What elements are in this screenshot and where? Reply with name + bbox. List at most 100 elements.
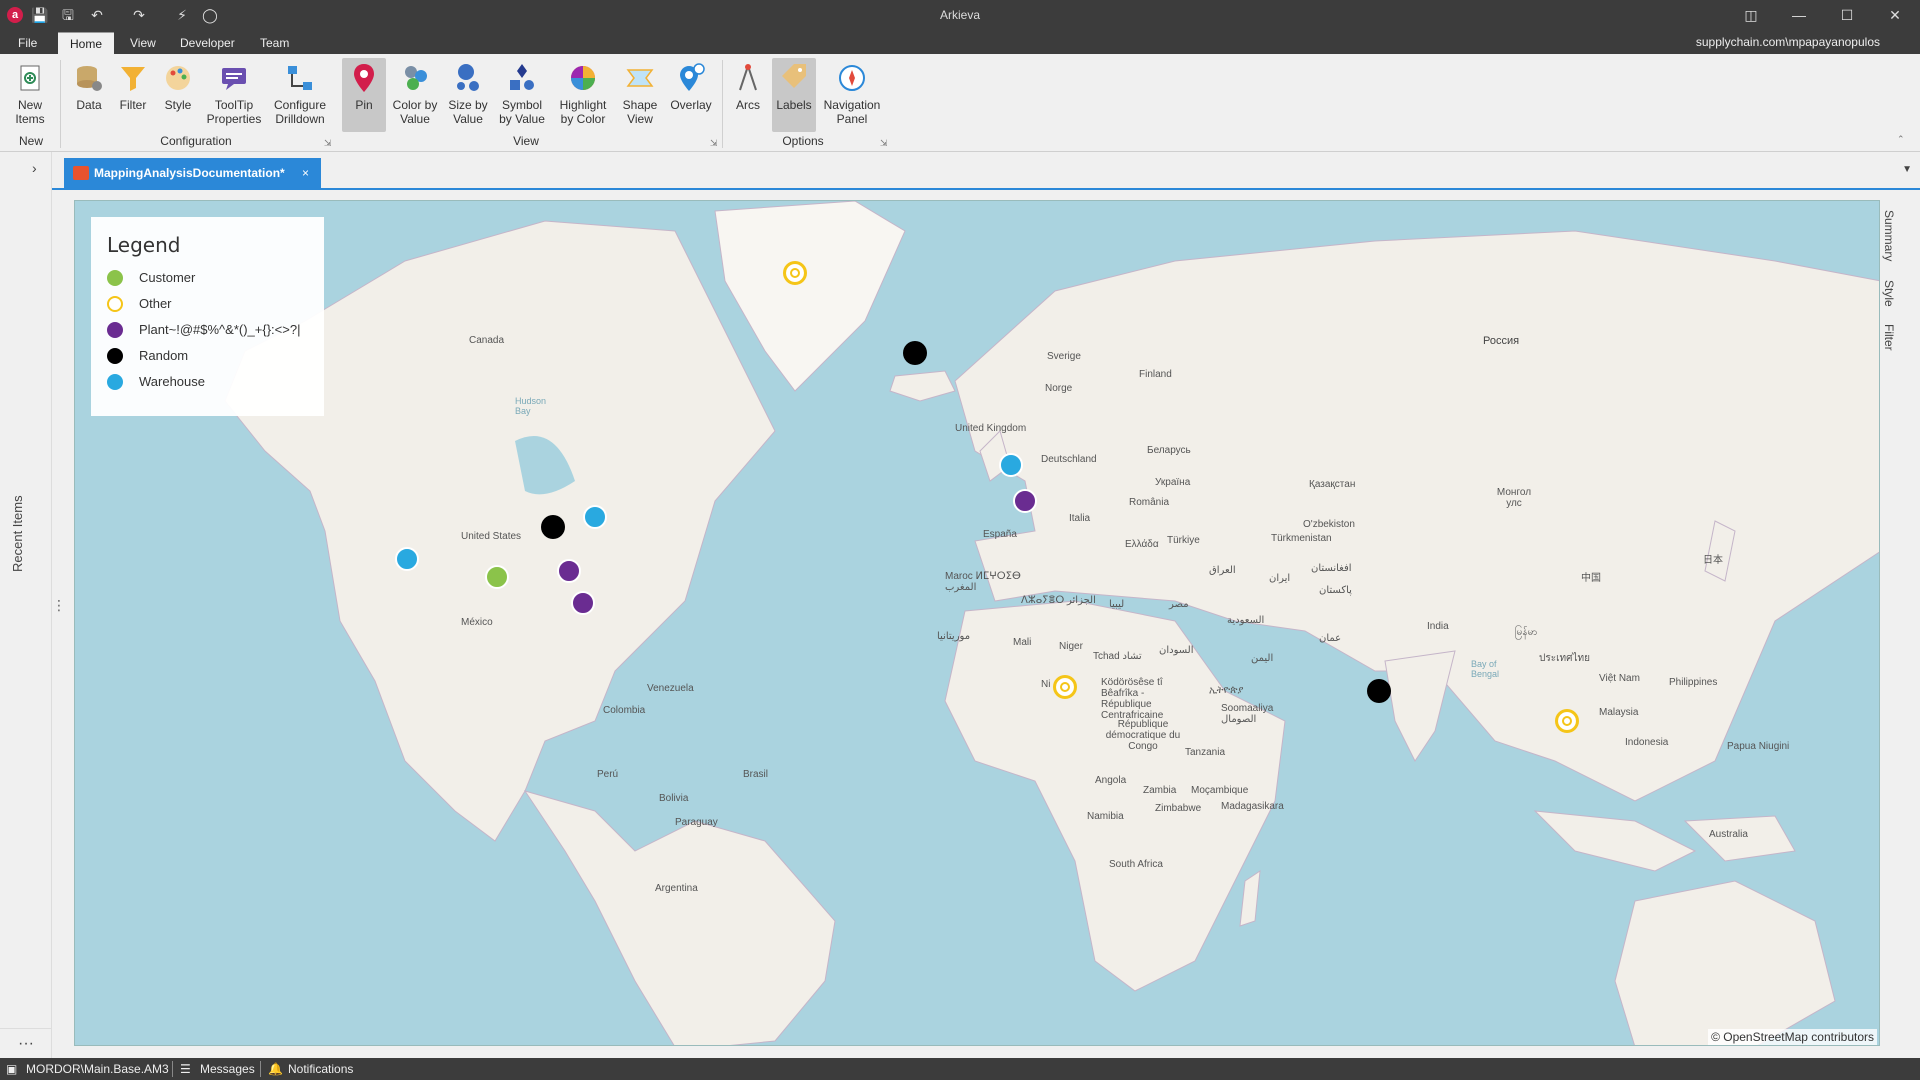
recent-items-tab[interactable]: Recent Items xyxy=(10,495,25,572)
map-label-paraguay: Paraguay xyxy=(675,817,718,828)
legend-item-customer: Customer xyxy=(107,269,308,295)
map-label-madagascar: Madagasikara xyxy=(1221,801,1284,812)
restore-layout-icon[interactable]: ◫ xyxy=(1728,0,1774,30)
marker-plant[interactable] xyxy=(557,559,581,583)
tab-style[interactable]: Style xyxy=(1882,280,1896,307)
group-label-view: View xyxy=(513,134,539,148)
account-name[interactable]: supplychain.com\mpapayanopulos xyxy=(1696,35,1880,49)
minimize-button[interactable]: — xyxy=(1776,0,1822,30)
marker-random[interactable] xyxy=(1367,679,1391,703)
marker-other[interactable] xyxy=(783,261,807,285)
messages-button[interactable]: Messages xyxy=(200,1058,255,1080)
map-label-ethiopia: ኢትዮጵያ xyxy=(1209,685,1244,696)
map-label-tanzania: Tanzania xyxy=(1185,747,1226,758)
options-launcher-icon[interactable]: ⇲ xyxy=(880,138,890,148)
marker-warehouse[interactable] xyxy=(395,547,419,571)
legend-title: Legend xyxy=(107,233,181,257)
map-label-iran: ایران xyxy=(1269,573,1291,584)
marker-other[interactable] xyxy=(1555,709,1579,733)
tooltip-icon xyxy=(222,68,246,90)
more-button[interactable]: ··· xyxy=(0,1028,52,1058)
messages-icon: ☰ xyxy=(180,1062,191,1076)
world-map[interactable] xyxy=(75,201,1880,1046)
marker-random[interactable] xyxy=(541,515,565,539)
marker-other[interactable] xyxy=(1053,675,1077,699)
map-label-uzbekistan: O'zbekiston xyxy=(1303,519,1355,530)
labels-button[interactable]: Labels xyxy=(772,58,816,132)
map-view[interactable]: Canada Hudson Bay United States México V… xyxy=(74,200,1880,1046)
marker-plant[interactable] xyxy=(1013,489,1037,513)
marker-customer[interactable] xyxy=(485,565,509,589)
close-button[interactable]: ✕ xyxy=(1872,0,1918,30)
filter-icon xyxy=(121,67,145,91)
map-attribution[interactable]: © OpenStreetMap contributors xyxy=(1708,1029,1877,1045)
configuration-launcher-icon[interactable]: ⇲ xyxy=(324,138,334,148)
tooltip-properties-button[interactable]: ToolTip Properties xyxy=(206,58,262,132)
map-label-morocco: Maroc ⵍⵎⵖⵔⵉⴱ المغرب xyxy=(945,571,1021,593)
marker-warehouse[interactable] xyxy=(583,505,607,529)
status-path[interactable]: MORDOR\Main.Base.AM3 xyxy=(26,1058,169,1080)
filter-button[interactable]: Filter xyxy=(114,58,152,132)
marker-plant[interactable] xyxy=(571,591,595,615)
left-rail: › Recent Items ⋮ ··· xyxy=(0,152,66,1058)
map-label-saudi: السعودية xyxy=(1227,615,1265,626)
map-label-mozambique: Moçambique xyxy=(1191,785,1249,796)
symbol-by-value-button[interactable]: Symbol by Value xyxy=(496,58,548,132)
map-label-norge: Norge xyxy=(1045,383,1073,394)
pin-icon xyxy=(354,64,374,92)
tab-team[interactable]: Team xyxy=(248,32,301,54)
overlay-button[interactable]: Overlay xyxy=(668,58,714,132)
map-label-china: 中国 xyxy=(1581,573,1601,584)
arcs-button[interactable]: Arcs xyxy=(728,58,768,132)
tag-icon xyxy=(782,64,806,88)
shape-view-button[interactable]: Shape View xyxy=(618,58,662,132)
map-label-turkmenistan: Türkmenistan xyxy=(1271,533,1332,544)
map-label-hudson: Hudson Bay xyxy=(515,396,547,416)
size-by-value-button[interactable]: Size by Value xyxy=(446,58,490,132)
map-label-thailand: ประเทศไทย xyxy=(1539,653,1590,664)
configure-drilldown-button[interactable]: Configure Drilldown xyxy=(270,58,330,132)
map-label-usa: United States xyxy=(461,531,522,542)
map-document-icon xyxy=(73,166,89,180)
pin-button[interactable]: Pin xyxy=(342,58,386,132)
group-separator xyxy=(722,60,723,148)
map-legend: Legend Customer Other Plant~!@#$%^&*()_+… xyxy=(91,217,324,416)
map-label-egypt: مصر xyxy=(1169,599,1189,610)
collapse-ribbon-icon[interactable]: ⌃ xyxy=(1897,134,1907,144)
tab-filter[interactable]: Filter xyxy=(1882,324,1896,351)
marker-warehouse[interactable] xyxy=(999,453,1023,477)
map-label-venezuela: Venezuela xyxy=(647,683,694,694)
tab-summary[interactable]: Summary xyxy=(1882,210,1896,261)
map-label-malaysia: Malaysia xyxy=(1599,707,1639,718)
map-label-ukraine: Україна xyxy=(1155,477,1191,488)
tab-home[interactable]: Home xyxy=(58,32,115,54)
map-label-belarus: Беларусь xyxy=(1147,445,1191,456)
style-button[interactable]: Style xyxy=(158,58,198,132)
view-launcher-icon[interactable]: ⇲ xyxy=(710,138,720,148)
notifications-button[interactable]: Notifications xyxy=(288,1058,353,1080)
new-document-icon xyxy=(20,65,40,91)
tab-view[interactable]: View xyxy=(118,32,168,54)
close-tab-icon[interactable]: × xyxy=(302,166,309,180)
navigation-icon xyxy=(839,65,865,91)
ribbon: New Items Data Filter Style ToolTip Prop… xyxy=(0,54,1920,152)
expand-chevron-icon[interactable]: › xyxy=(32,160,37,176)
data-button[interactable]: Data xyxy=(70,58,108,132)
map-label-mali: Mali xyxy=(1013,637,1032,648)
map-label-mongol: Монгол улс xyxy=(1496,487,1532,509)
new-items-button[interactable]: New Items xyxy=(6,58,54,132)
tab-dropdown-icon[interactable]: ▼ xyxy=(1902,164,1912,175)
maximize-button[interactable]: ☐ xyxy=(1824,0,1870,30)
tab-developer[interactable]: Developer xyxy=(168,32,247,54)
tab-mapping-analysis[interactable]: MappingAnalysisDocumentation* × xyxy=(64,158,322,188)
window-title: Arkieva xyxy=(939,8,980,22)
splitter-handle-icon[interactable]: ⋮ xyxy=(52,597,66,614)
map-label-yemen: اليمن xyxy=(1251,653,1274,664)
marker-random[interactable] xyxy=(903,341,927,365)
color-by-value-button[interactable]: Color by Value xyxy=(390,58,440,132)
tab-file[interactable]: File xyxy=(6,32,49,54)
navigation-panel-button[interactable]: Navigation Panel xyxy=(820,58,884,132)
menu-bar: File Home View Developer Team supplychai… xyxy=(0,30,1920,54)
map-label-canada: Canada xyxy=(469,335,505,346)
highlight-by-color-button[interactable]: Highlight by Color xyxy=(554,58,612,132)
